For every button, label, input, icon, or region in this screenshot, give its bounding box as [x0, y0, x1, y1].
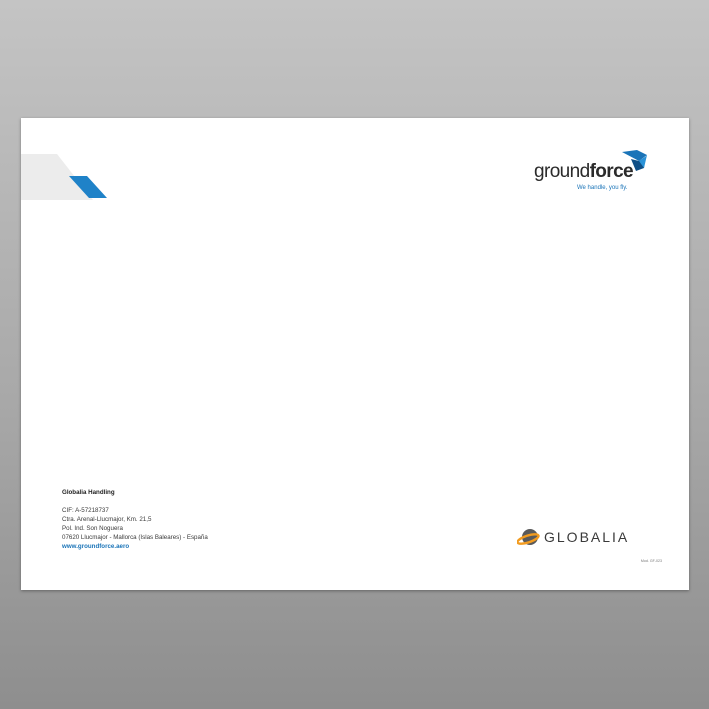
letterhead-sheet: groundforce We handle, you fly. Globalia… — [21, 118, 689, 590]
globalia-globe-icon — [517, 529, 540, 545]
address-line-road: Ctra. Arenal-Llucmajor, Km. 21,5 — [62, 516, 152, 523]
brand-wordmark: groundforce — [534, 161, 634, 182]
address-block: Globalia Handling CIF: A-57218737 Ctra. … — [62, 488, 208, 551]
brand-name-light: ground — [534, 161, 590, 182]
groundforce-logo: groundforce We handle, you fly. — [534, 148, 654, 196]
website-link[interactable]: www.groundforce.aero — [62, 542, 208, 551]
globalia-logo: GLOBALIA — [517, 526, 652, 548]
corner-decoration — [21, 154, 107, 200]
address-line-estate: Pol. Ind. Son Noguera — [62, 525, 123, 532]
address-line-cif: CIF: A-57218737 — [62, 507, 109, 514]
address-line-city: 07620 Llucmajor - Mallorca (Islas Balear… — [62, 534, 208, 541]
company-name: Globalia Handling — [62, 489, 115, 496]
parent-brand-name: GLOBALIA — [544, 529, 630, 545]
brand-name-bold: force — [589, 161, 634, 182]
form-code: Mod. GF-023 — [640, 559, 662, 563]
brand-tagline: We handle, you fly. — [577, 185, 628, 191]
